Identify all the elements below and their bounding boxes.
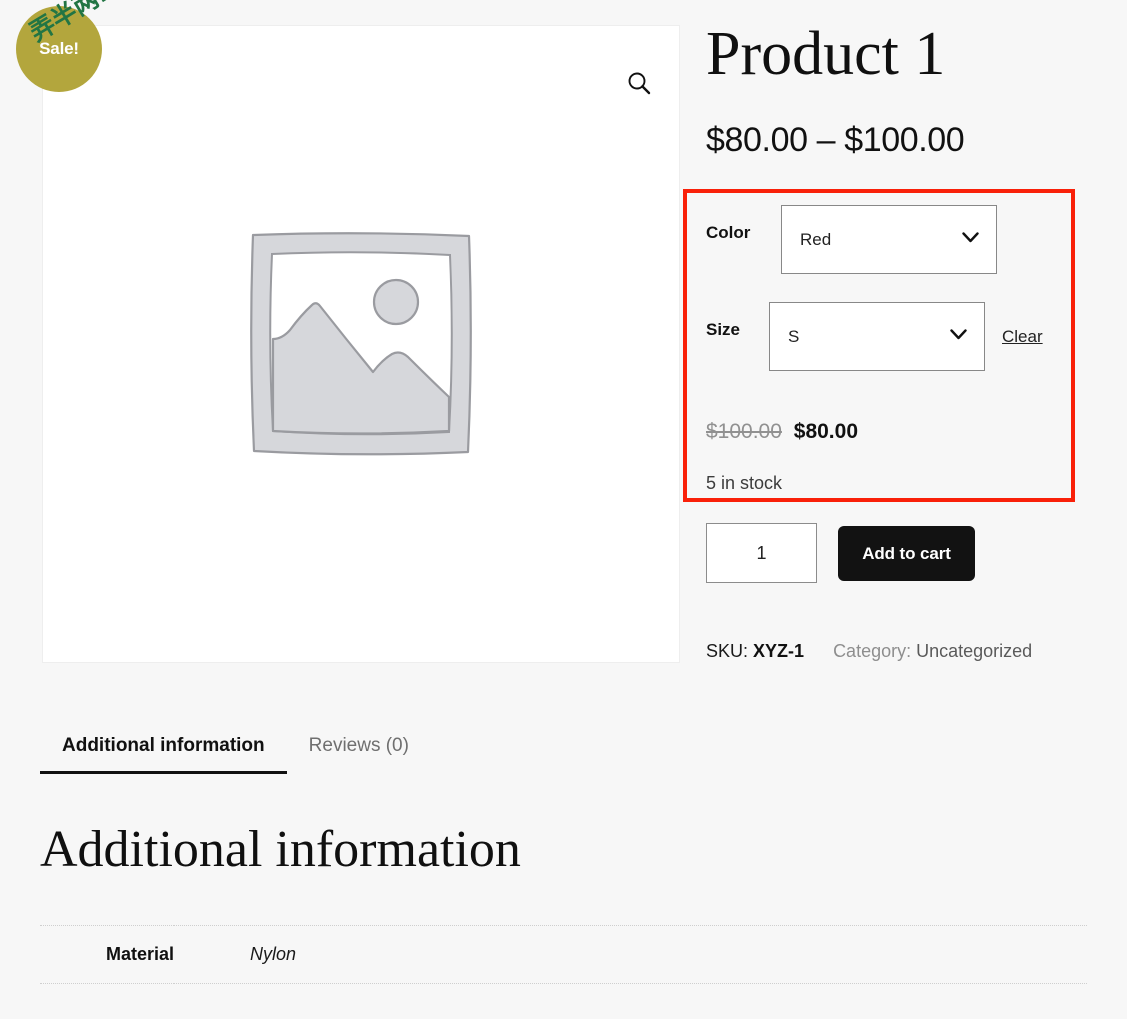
clear-variation-link[interactable]: Clear — [1002, 327, 1043, 347]
add-to-cart-button[interactable]: Add to cart — [838, 526, 975, 581]
sale-badge: Sale! — [16, 6, 102, 92]
sku-label: SKU: — [706, 641, 749, 661]
stock-status: 5 in stock — [706, 473, 783, 493]
tab-reviews[interactable]: Reviews (0) — [287, 735, 431, 774]
variation-label-color: Color — [706, 223, 751, 242]
variation-row-color: Color — [706, 223, 750, 243]
product-meta: SKU: XYZ-1 Category: Uncategorized — [706, 641, 1032, 662]
attributes-table: Material Nylon — [40, 925, 1087, 984]
size-select[interactable]: S — [769, 302, 985, 371]
color-select[interactable]: Red — [781, 205, 997, 274]
attribute-name: Material — [40, 925, 175, 984]
search-icon[interactable] — [626, 70, 652, 96]
price-range: $80.00 – $100.00 — [706, 121, 965, 160]
variation-row-size: Size — [706, 320, 740, 340]
additional-information-heading: Additional information — [40, 821, 521, 878]
sale-badge-label: Sale! — [39, 39, 79, 58]
product-tabs: Additional information Reviews (0) — [40, 735, 431, 774]
image-placeholder-icon — [250, 232, 472, 456]
table-row: Material Nylon — [40, 925, 1087, 984]
regular-price: $100.00 — [706, 420, 782, 443]
page-title: Product 1 — [706, 20, 946, 88]
variation-price: $100.00 $80.00 — [706, 420, 858, 444]
tab-additional-information[interactable]: Additional information — [40, 735, 287, 774]
category-label: Category: — [833, 641, 912, 661]
sku-value: XYZ-1 — [753, 641, 805, 661]
category-value[interactable]: Uncategorized — [916, 641, 1032, 661]
product-gallery[interactable] — [42, 25, 680, 663]
variation-label-size: Size — [706, 320, 741, 339]
quantity-input[interactable] — [706, 523, 817, 583]
product-placeholder-image[interactable] — [43, 26, 679, 662]
sale-price: $80.00 — [793, 420, 858, 443]
attribute-value: Nylon — [174, 925, 1087, 984]
product-summary: Product 1 $80.00 – $100.00 — [706, 0, 1106, 160]
